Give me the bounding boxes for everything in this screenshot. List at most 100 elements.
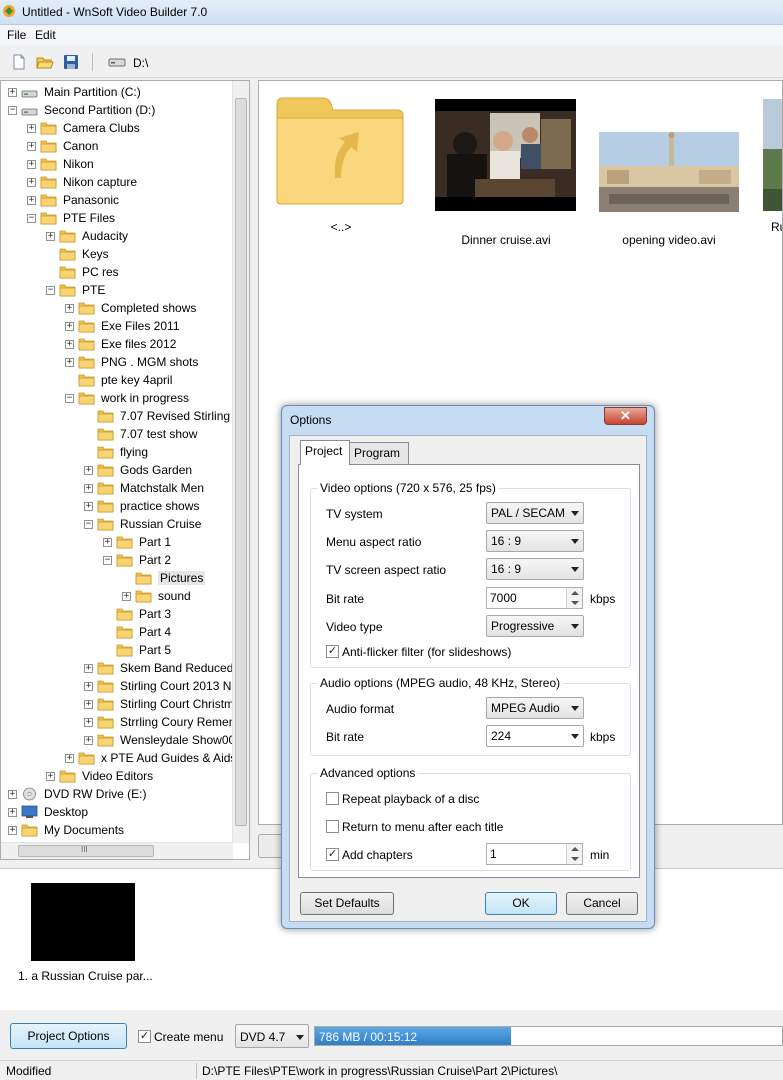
expand-icon[interactable]: + (65, 754, 74, 763)
expand-icon[interactable]: + (46, 232, 55, 241)
video-bitrate-spinner[interactable] (566, 588, 582, 608)
collapse-icon[interactable]: − (8, 106, 17, 115)
open-folder-icon[interactable] (36, 54, 54, 70)
tree-item[interactable]: + Strrling Coury Remen (1, 713, 235, 731)
file-item-parent-folder[interactable]: <..> (273, 96, 409, 236)
expand-icon[interactable]: + (65, 322, 74, 331)
tree-item[interactable]: + Exe files 2012 (1, 335, 233, 353)
expand-icon[interactable]: + (65, 340, 74, 349)
expand-icon[interactable]: + (8, 88, 17, 97)
collapse-icon[interactable]: − (46, 286, 55, 295)
file-item-dinner-cruise[interactable]: Dinner cruise.avi (431, 96, 577, 247)
tv-screen-aspect-dropdown[interactable]: 16 : 9 (486, 558, 584, 580)
tree-item[interactable]: + Nikon (1, 155, 233, 173)
tree-item[interactable]: + PNG . MGM shots (1, 353, 233, 371)
tree-item[interactable]: + My Documents (1, 821, 233, 839)
tree-item[interactable]: + DVD RW Drive (E:) (1, 785, 233, 803)
tree-horizontal-scrollbar[interactable]: III (1, 842, 233, 859)
video-bitrate-input[interactable]: 7000 (486, 587, 583, 609)
tree-item[interactable]: + Exe Files 2011 (1, 317, 233, 335)
collapse-icon[interactable]: − (103, 556, 112, 565)
expand-icon[interactable]: + (27, 196, 36, 205)
expand-icon[interactable]: + (8, 826, 17, 835)
tree-item[interactable]: 7.07 Revised Stirling C (1, 407, 242, 425)
tree-item[interactable]: + Matchstalk Men (1, 479, 233, 497)
storyboard-thumbnail[interactable] (31, 883, 135, 961)
tree-item[interactable]: flying (1, 443, 233, 461)
expand-icon[interactable]: + (84, 682, 93, 691)
tree-item[interactable]: − Second Partition (D:) (1, 101, 233, 119)
tree-item[interactable]: + Nikon capture (1, 173, 233, 191)
tree-item[interactable]: + Video Editors (1, 767, 233, 785)
menu-aspect-dropdown[interactable]: 16 : 9 (486, 530, 584, 552)
expand-icon[interactable]: + (103, 538, 112, 547)
tree-item[interactable]: + x PTE Aud Guides & Aids (1, 749, 236, 767)
tv-system-dropdown[interactable]: PAL / SECAM (486, 502, 584, 524)
tree-vertical-scroll-thumb[interactable] (235, 98, 247, 826)
return-menu-checkbox[interactable] (326, 820, 339, 833)
tree-item[interactable]: + Audacity (1, 227, 233, 245)
spin-up-icon[interactable] (571, 591, 579, 595)
expand-icon[interactable]: + (8, 790, 17, 799)
tree-item[interactable]: − PTE Files (1, 209, 233, 227)
expand-icon[interactable]: + (65, 358, 74, 367)
save-icon[interactable] (62, 54, 80, 70)
tree-item[interactable]: + Gods Garden (1, 461, 233, 479)
audio-bitrate-dropdown[interactable]: 224 (486, 725, 584, 747)
close-button[interactable]: ✕ (604, 407, 647, 425)
video-type-dropdown[interactable]: Progressive (486, 615, 584, 637)
cancel-button[interactable]: Cancel (566, 892, 638, 915)
spin-down-icon[interactable] (571, 857, 579, 861)
tree-item[interactable]: − Part 2 (1, 551, 233, 569)
expand-icon[interactable]: + (8, 808, 17, 817)
tree-horizontal-scroll-thumb[interactable]: III (18, 845, 154, 857)
tree-item[interactable]: + Camera Clubs (1, 119, 233, 137)
collapse-icon[interactable]: − (84, 520, 93, 529)
file-item-partial[interactable]: Ru (759, 96, 782, 236)
tree-item[interactable]: + Main Partition (C:) (1, 83, 233, 101)
tree-item[interactable]: − Russian Cruise (1, 515, 233, 533)
collapse-icon[interactable]: − (65, 394, 74, 403)
add-chapters-checkbox[interactable]: ✓ (326, 848, 339, 861)
chapters-interval-input[interactable]: 1 (486, 843, 583, 865)
tree-item[interactable]: + sound (1, 587, 233, 605)
expand-icon[interactable]: + (84, 700, 93, 709)
audio-format-dropdown[interactable]: MPEG Audio (486, 697, 584, 719)
disc-type-dropdown[interactable]: DVD 4.7 (235, 1024, 309, 1048)
tree-item[interactable]: Part 5 (1, 641, 233, 659)
tree-item[interactable]: Part 3 (1, 605, 233, 623)
expand-icon[interactable]: + (84, 484, 93, 493)
tree-item[interactable]: + Canon (1, 137, 233, 155)
tree-item[interactable]: PC res (1, 263, 233, 281)
tree-item[interactable]: + Completed shows (1, 299, 233, 317)
tree-item[interactable]: + Part 1 (1, 533, 233, 551)
expand-icon[interactable]: + (27, 124, 36, 133)
tree-item[interactable]: − work in progress (1, 389, 233, 407)
ok-button[interactable]: OK (485, 892, 557, 915)
expand-icon[interactable]: + (84, 736, 93, 745)
repeat-playback-checkbox[interactable] (326, 792, 339, 805)
collapse-icon[interactable]: − (27, 214, 36, 223)
expand-icon[interactable]: + (84, 718, 93, 727)
expand-icon[interactable]: + (122, 592, 131, 601)
tree-item[interactable]: Part 4 (1, 623, 233, 641)
expand-icon[interactable]: + (27, 142, 36, 151)
tree-item[interactable]: pte key 4april (1, 371, 233, 389)
new-file-icon[interactable] (10, 54, 28, 70)
tree-item[interactable]: + Skem Band Reduced (1, 659, 233, 677)
expand-icon[interactable]: + (27, 178, 36, 187)
tree-item[interactable]: 7.07 test show (1, 425, 233, 443)
antiflicker-checkbox[interactable]: ✓ (326, 645, 339, 658)
folder-tree[interactable]: + Main Partition (C:) − Second Partition (D… (0, 80, 250, 860)
tree-item[interactable]: Pictures (1, 569, 233, 587)
tree-vertical-scrollbar[interactable] (232, 81, 249, 843)
tree-item[interactable]: + Stirling Court 2013 Ne (1, 677, 238, 695)
tree-item[interactable]: + Stirling Court Christm (1, 695, 234, 713)
set-defaults-button[interactable]: Set Defaults (300, 892, 394, 915)
tab-program[interactable]: Program (349, 442, 409, 464)
tab-project[interactable]: Project (300, 440, 350, 465)
expand-icon[interactable]: + (84, 502, 93, 511)
tree-item[interactable]: + Panasonic (1, 191, 233, 209)
expand-icon[interactable]: + (46, 772, 55, 781)
expand-icon[interactable]: + (27, 160, 36, 169)
